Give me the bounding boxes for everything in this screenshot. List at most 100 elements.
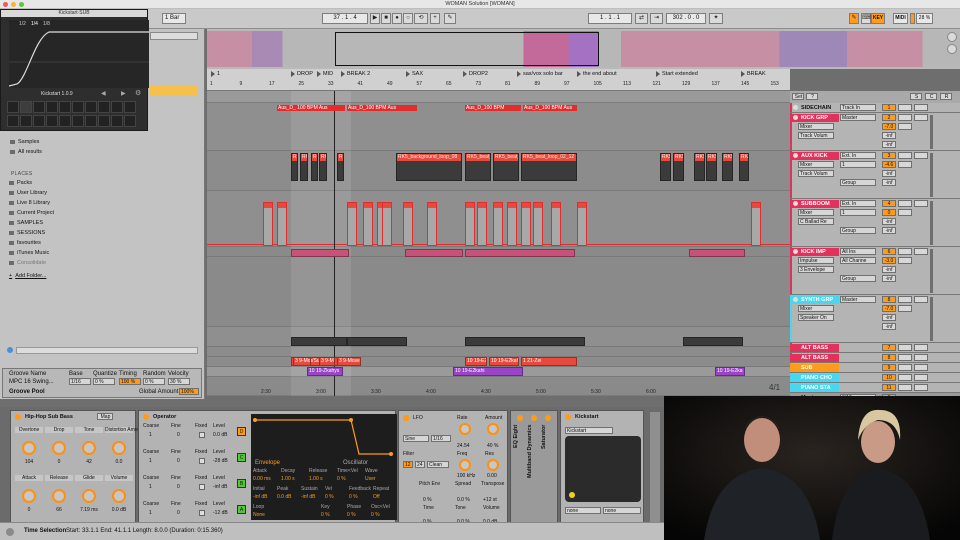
- output-group-select[interactable]: Group: [840, 179, 876, 186]
- send-value[interactable]: -inf: [882, 314, 896, 321]
- next-preset-icon[interactable]: ▶: [121, 90, 126, 97]
- knob-release[interactable]: [52, 489, 66, 503]
- midi-map-button[interactable]: MIDI: [893, 13, 908, 24]
- track-fold-icon[interactable]: [793, 105, 798, 110]
- pan-value[interactable]: [898, 257, 912, 264]
- arm-button[interactable]: [914, 114, 928, 121]
- output-group-select[interactable]: Group: [840, 275, 876, 282]
- lfo-rate-knob[interactable]: [459, 423, 471, 435]
- device-power-icon[interactable]: [531, 415, 537, 421]
- sub-clip[interactable]: [405, 249, 463, 257]
- device-drop-area[interactable]: [650, 412, 660, 522]
- envelope-tab[interactable]: Envelope: [255, 460, 280, 466]
- prev-preset-icon[interactable]: ◀: [101, 90, 106, 97]
- solo-button[interactable]: [898, 248, 912, 255]
- kick-clip[interactable]: [277, 202, 287, 246]
- solo-button[interactable]: [898, 114, 912, 121]
- loop-clip[interactable]: RK5_: [300, 153, 308, 181]
- arm-button[interactable]: [914, 384, 928, 391]
- send-value[interactable]: -inf: [882, 266, 896, 273]
- locator-label[interactable]: sax/vox solo bar: [523, 71, 563, 77]
- pan-value[interactable]: [898, 305, 912, 312]
- level-value[interactable]: 0.0 dB: [213, 432, 227, 438]
- fine-value[interactable]: 0: [177, 458, 180, 464]
- knob-volume[interactable]: [112, 489, 126, 503]
- solo-button[interactable]: [898, 374, 912, 381]
- curve-preset-button[interactable]: [98, 115, 110, 127]
- level-value[interactable]: -28 dB: [213, 458, 228, 464]
- envelope-param-value[interactable]: 1.00 s: [281, 476, 295, 482]
- curve-preset-button[interactable]: [111, 115, 123, 127]
- midi-clip[interactable]: [291, 337, 347, 346]
- track-input-select[interactable]: Ext. In: [840, 152, 876, 159]
- track-compact[interactable]: PIANO STA 11: [790, 383, 960, 393]
- send-value[interactable]: -inf: [882, 141, 896, 148]
- fixed-toggle[interactable]: [199, 432, 205, 438]
- input-channel-select[interactable]: 1: [840, 161, 876, 168]
- track-compact[interactable]: ALT BASS 7: [790, 343, 960, 353]
- locator-label[interactable]: BREAK: [747, 71, 766, 77]
- rate-label-active[interactable]: 1/4: [31, 21, 38, 27]
- curve-preset-button[interactable]: [85, 115, 97, 127]
- groove-timing[interactable]: 100 %: [119, 378, 141, 385]
- spread-value[interactable]: 0.0 %: [457, 497, 470, 503]
- coarse-value[interactable]: 1: [149, 510, 152, 516]
- osc-vel-value[interactable]: 0 %: [371, 512, 380, 518]
- pitch-env-value[interactable]: 0 %: [423, 497, 432, 503]
- key-map-button[interactable]: KEY: [871, 13, 885, 24]
- send-value[interactable]: -inf: [882, 170, 896, 177]
- locator-label[interactable]: the end about: [583, 71, 617, 77]
- track-input-select[interactable]: Track In: [840, 104, 876, 111]
- device-power-icon[interactable]: [517, 415, 523, 421]
- lfo-rate-value[interactable]: 24.54: [457, 443, 470, 449]
- envelope-param-value[interactable]: 0 %: [337, 476, 346, 482]
- midi-clip[interactable]: [683, 337, 743, 346]
- track-sidechain[interactable]: SIDECHAIN Track In 1: [790, 103, 960, 113]
- track-number-button[interactable]: 3: [882, 152, 896, 159]
- track-fold-icon[interactable]: [793, 153, 798, 158]
- midi-clip[interactable]: [465, 337, 585, 346]
- loop-clip[interactable]: RK5: [706, 153, 717, 181]
- arm-button[interactable]: [914, 344, 928, 351]
- track-name[interactable]: PIANO CHO: [792, 374, 839, 382]
- arrangement-clip[interactable]: 10 19-Zkahys: [307, 367, 343, 376]
- edit-button[interactable]: ✦: [709, 13, 723, 24]
- kick-clip[interactable]: [347, 202, 357, 246]
- loop-clip[interactable]: R: [311, 153, 318, 181]
- curve-preset-button[interactable]: [20, 101, 32, 113]
- loop-clip[interactable]: RK5_background_loop_08: [396, 153, 462, 181]
- fine-value[interactable]: 0: [177, 432, 180, 438]
- place-samples[interactable]: SAMPLES: [9, 220, 43, 226]
- locator-marker-icon[interactable]: [341, 71, 345, 77]
- arm-button[interactable]: [914, 296, 928, 303]
- knob-tone[interactable]: [82, 441, 96, 455]
- kick-clip[interactable]: [263, 202, 273, 246]
- kickstart-power-icon[interactable]: [569, 492, 575, 498]
- track-input-select[interactable]: All Ins: [840, 248, 876, 255]
- input-channel-select[interactable]: All Channe: [840, 257, 876, 264]
- kickstart-input-select[interactable]: none: [565, 507, 601, 514]
- automation-chooser[interactable]: Track Volum: [798, 170, 834, 177]
- track-name[interactable]: KICK GRP: [792, 114, 839, 122]
- knob-attack[interactable]: [22, 489, 36, 503]
- device-power-icon[interactable]: [565, 414, 571, 420]
- locator-label[interactable]: DROP: [297, 71, 313, 77]
- settings-gear-icon[interactable]: ⚙: [135, 89, 141, 97]
- automation-chooser[interactable]: Track Volum: [798, 132, 834, 139]
- kick-clip[interactable]: [477, 202, 487, 246]
- locator-ruler[interactable]: 1 DROP MID BREAK 2 SAX DROP2 sax/vox solo bar t…: [207, 69, 790, 91]
- device-power-icon[interactable]: [15, 414, 21, 420]
- place-consolidate[interactable]: Consolidate: [9, 260, 46, 266]
- envelope-param-value[interactable]: 0 %: [349, 494, 358, 500]
- automation-chooser[interactable]: Mixer: [798, 305, 834, 312]
- loop-clip[interactable]: RK5_beat_: [493, 153, 519, 181]
- place-sessions[interactable]: SESSIONS: [9, 230, 45, 236]
- solo-button[interactable]: [898, 296, 912, 303]
- sub-clip[interactable]: [689, 249, 745, 257]
- arrangement-view[interactable]: Aus_D_ 100 BPM Aus Aus_D_100 BPM Aus Aus_D…: [207, 91, 790, 396]
- help-button[interactable]: ?: [806, 93, 818, 100]
- groove-name[interactable]: MPC 16 Swing...: [9, 379, 54, 385]
- curve-preset-button[interactable]: [98, 101, 110, 113]
- locator-label[interactable]: DROP2: [469, 71, 488, 77]
- kick-clip[interactable]: [403, 202, 413, 246]
